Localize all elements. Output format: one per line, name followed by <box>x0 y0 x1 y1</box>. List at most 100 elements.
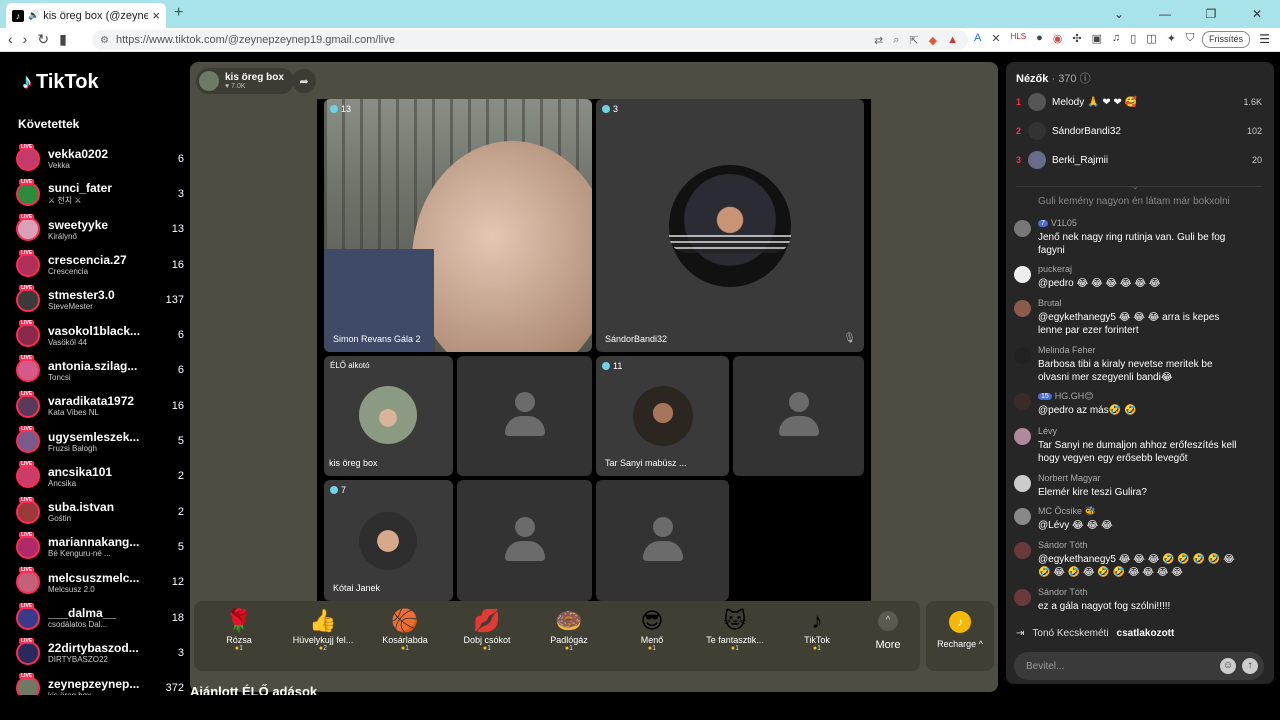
following-avatar[interactable]: LIVE <box>16 249 40 277</box>
following-item[interactable]: LIVE melcsuszmelc... Melcsusz 2.0 12 <box>16 565 184 600</box>
back-icon[interactable]: ‹ <box>8 31 13 48</box>
following-avatar[interactable]: LIVE <box>16 355 40 383</box>
following-item[interactable]: LIVE antonia.szilag... Toncsi 6 <box>16 353 184 388</box>
following-avatar[interactable]: LIVE <box>16 320 40 348</box>
guest-tile-3[interactable]: ÉLŐ alkotó kis öreg box <box>324 356 453 476</box>
chat-user[interactable]: Norbert Magyar <box>1038 473 1101 483</box>
menu-icon[interactable]: ☰ <box>1259 32 1270 46</box>
bookmark-icon[interactable]: ▮ <box>59 31 67 48</box>
chat-user[interactable]: Lévy <box>1038 426 1057 436</box>
chat-avatar[interactable] <box>1014 266 1031 283</box>
chat-user[interactable]: MC Öcsike 🐝 <box>1038 506 1096 517</box>
recharge-button[interactable]: ♪ Recharge ^ <box>926 601 994 671</box>
following-item[interactable]: LIVE varadikata1972 Kata Vibes NL 16 <box>16 388 184 423</box>
chat-avatar[interactable] <box>1014 428 1031 445</box>
extension-translate-icon[interactable]: A <box>974 32 981 45</box>
url-field[interactable]: ⚙ https://www.tiktok.com/@zeynepzeynep19… <box>92 30 968 50</box>
tab-tiktok-live[interactable]: ♪ 🔊 kis öreg box (@zeynepzeyne × <box>6 3 166 28</box>
guest-tile-4[interactable]: 11 Tar Sanyi mabüsz ... <box>596 356 729 476</box>
following-avatar[interactable]: LIVE <box>16 567 40 595</box>
chat-user[interactable]: 15 HG.GH😊 <box>1038 391 1094 402</box>
following-item[interactable]: LIVE sweetyyke Királynő 13 <box>16 212 184 247</box>
maximize-button[interactable]: ❐ <box>1188 0 1234 28</box>
minimize-button[interactable]: — <box>1142 0 1188 28</box>
following-avatar[interactable]: LIVE <box>16 426 40 454</box>
sidebar-icon[interactable]: ▯ <box>1130 32 1136 45</box>
chat-avatar[interactable] <box>1014 542 1031 559</box>
host-avatar[interactable] <box>199 71 219 91</box>
following-item[interactable]: LIVE vekka0202 Vekka 6 <box>16 141 184 176</box>
top-viewer-row[interactable]: 3 Berki_Rajmii 20 <box>1016 147 1262 173</box>
extension-puzzle-icon[interactable]: ✣ <box>1072 32 1081 45</box>
brave-shield-icon[interactable]: ◆ <box>929 34 937 47</box>
info-icon[interactable]: ⓘ <box>1080 73 1091 85</box>
following-item[interactable]: LIVE mariannakang... Bé Kenguru-né ... 5 <box>16 529 184 564</box>
chat-avatar[interactable] <box>1014 220 1031 237</box>
guest-tile-5[interactable]: 7 Kótai Janek <box>324 480 453 601</box>
chat-user[interactable]: Brutal <box>1038 298 1062 308</box>
following-item[interactable]: LIVE 22dirtybaszod... DIRTYBASZO22 3 <box>16 635 184 670</box>
chat-user[interactable]: puckeraj <box>1038 264 1072 274</box>
chat-user[interactable]: Melinda Feher <box>1038 345 1096 355</box>
forward-icon[interactable]: › <box>23 31 28 48</box>
translate-icon[interactable]: ⇄ <box>874 34 883 47</box>
emoji-icon[interactable]: ☺ <box>1220 658 1236 674</box>
following-item[interactable]: LIVE zeynepzeynep...kis öreg box372 <box>16 670 184 695</box>
following-item[interactable]: LIVE ugysemleszek... Fruzsi Balogh 5 <box>16 423 184 458</box>
empty-seat-3[interactable] <box>457 480 592 601</box>
extension-hls-icon[interactable]: HLS <box>1011 32 1027 45</box>
guest-tile-1[interactable]: 13 Simon Revans Gála 2 <box>324 99 592 352</box>
share-page-icon[interactable]: ⇱ <box>909 34 918 47</box>
gift-item[interactable]: 🐱 Te fantasztik... ●1 <box>694 607 776 652</box>
gift-item[interactable]: ♪ TikTok ●1 <box>776 607 858 652</box>
following-avatar[interactable]: LIVE <box>16 214 40 242</box>
close-tab-icon[interactable]: × <box>152 8 160 23</box>
following-avatar[interactable]: LIVE <box>16 637 40 665</box>
gift-item[interactable]: 💋 Dobj csókot ●1 <box>446 607 528 652</box>
following-avatar[interactable]: LIVE <box>16 143 40 171</box>
chevron-down-icon[interactable]: ⌄ <box>1132 182 1139 191</box>
zoom-icon[interactable]: ⌕ <box>893 34 899 47</box>
site-info-icon[interactable]: ⚙ <box>100 35 109 46</box>
chat-avatar[interactable] <box>1014 300 1031 317</box>
extension-screenshot-icon[interactable]: ▣ <box>1092 32 1102 45</box>
chat-input[interactable] <box>1014 652 1214 680</box>
gift-item[interactable]: 🏀 Kosárlabda ●1 <box>364 607 446 652</box>
extension-chrome-icon[interactable]: ◉ <box>1053 32 1063 45</box>
host-pill[interactable]: kis öreg box ♥ 7.0K <box>196 68 294 94</box>
share-icon[interactable]: ➦ <box>292 69 316 93</box>
following-avatar[interactable]: LIVE <box>16 178 40 206</box>
more-gifts-button[interactable]: ^ More <box>862 607 914 651</box>
refresh-button[interactable]: Frissítés <box>1201 31 1250 48</box>
following-avatar[interactable]: LIVE <box>16 496 40 524</box>
extension-x-icon[interactable]: ✕ <box>991 32 1000 45</box>
following-avatar[interactable]: LIVE <box>16 602 40 630</box>
tab-list-icon[interactable]: ⌄ <box>1096 0 1142 28</box>
close-window-button[interactable]: ✕ <box>1234 0 1280 28</box>
following-item[interactable]: LIVE ___dalma__ csodálatos Dal... 18 <box>16 600 184 635</box>
chat-avatar[interactable] <box>1014 508 1031 525</box>
empty-seat-2[interactable] <box>733 356 864 476</box>
chat-avatar[interactable] <box>1014 475 1031 492</box>
following-avatar[interactable]: LIVE <box>16 461 40 489</box>
vpn-icon[interactable]: ⛉ <box>1186 32 1194 45</box>
chat-avatar[interactable] <box>1014 347 1031 364</box>
following-item[interactable]: LIVE crescencia.27 Crescencia 16 <box>16 247 184 282</box>
warning-icon[interactable]: ▲ <box>947 34 958 47</box>
tiktok-logo[interactable]: ♪ TikTok <box>22 71 99 94</box>
send-icon[interactable]: ↑ <box>1242 658 1258 674</box>
gift-item[interactable]: 🌹 Rózsa ●1 <box>198 607 280 652</box>
new-tab-button[interactable]: + <box>174 4 183 22</box>
reload-icon[interactable]: ↻ <box>37 31 49 48</box>
following-item[interactable]: LIVE stmester3.0 SteveMester 137 <box>16 282 184 317</box>
split-icon[interactable]: ◫ <box>1146 32 1156 45</box>
following-avatar[interactable]: LIVE <box>16 531 40 559</box>
following-avatar[interactable]: LIVE <box>16 390 40 418</box>
following-item[interactable]: LIVE vasokol1black... Vasököl 44 6 <box>16 317 184 352</box>
guest-tile-2[interactable]: 3 SándorBandi32 🎙 <box>596 99 864 352</box>
following-item[interactable]: LIVE suba.istvan Gośtin 2 <box>16 494 184 529</box>
extension-circle-icon[interactable]: ● <box>1036 32 1043 45</box>
gift-item[interactable]: 😎 Menő ●1 <box>611 607 693 652</box>
viewer-avatar[interactable] <box>1028 122 1046 140</box>
gift-item[interactable]: 🍩 Padlógáz ●1 <box>528 607 610 652</box>
